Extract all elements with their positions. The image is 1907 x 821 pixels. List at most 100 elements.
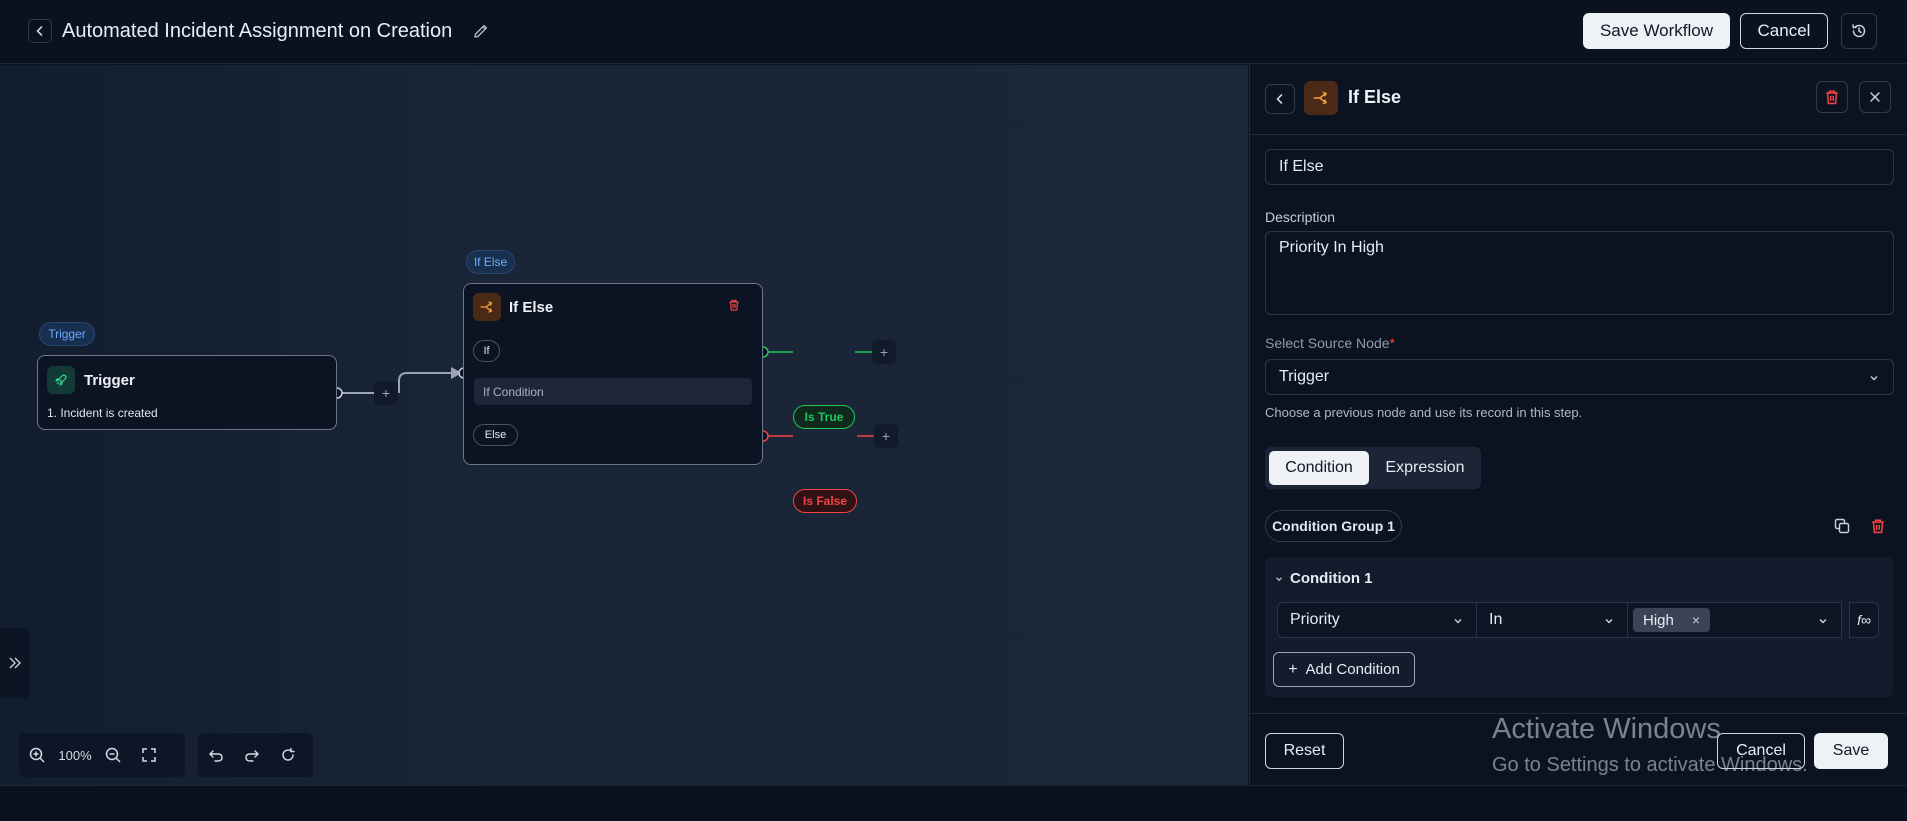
redo-icon [245, 750, 259, 762]
undo-button[interactable] [198, 733, 234, 777]
add-condition-label: Add Condition [1305, 661, 1400, 678]
node-name-input[interactable]: If Else [1265, 149, 1894, 185]
trigger-node[interactable]: Trigger 1. Incident is created [37, 355, 337, 430]
pencil-icon [474, 24, 488, 38]
panel-node-icon [1304, 81, 1338, 115]
operator-select[interactable]: In [1476, 602, 1628, 638]
panel-back-button[interactable] [1265, 84, 1295, 114]
panel-close-button[interactable] [1859, 81, 1891, 113]
value-tag-label: High [1643, 611, 1674, 629]
chevron-down-icon [1870, 376, 1878, 381]
panel-header: If Else [1250, 65, 1907, 135]
chevron-left-icon [36, 26, 43, 36]
else-chip: Else [473, 424, 518, 446]
panel-save-button[interactable]: Save [1814, 733, 1888, 769]
save-workflow-button[interactable]: Save Workflow [1583, 13, 1730, 49]
rocket-icon [55, 374, 67, 386]
copy-icon [1834, 518, 1850, 534]
chevron-left-icon [1276, 94, 1283, 104]
remove-tag-icon[interactable]: × [1692, 612, 1700, 628]
trash-icon [729, 299, 739, 311]
required-mark: * [1389, 335, 1395, 351]
zoom-in-icon [29, 747, 45, 763]
field-select[interactable]: Priority [1277, 602, 1477, 638]
fullscreen-icon [142, 748, 156, 762]
reset-view-button[interactable] [270, 733, 306, 777]
if-chip: If [473, 340, 500, 362]
description-label: Description [1265, 209, 1336, 225]
if-condition-box[interactable]: If Condition [474, 378, 752, 405]
workflow-canvas[interactable]: Trigger If Else Trigger 1. Incident is c… [0, 65, 1248, 785]
zoom-in-button[interactable] [19, 733, 55, 777]
activation-watermark-text: Go to Settings to activate Windows. [1492, 754, 1808, 776]
mode-tabs: Condition Expression [1265, 447, 1481, 489]
node-settings-panel: If Else If Else Description Priority In … [1249, 65, 1907, 785]
zoom-out-button[interactable] [95, 733, 131, 777]
ifelse-node-title: If Else [509, 299, 554, 316]
source-node-value: Trigger [1279, 368, 1330, 385]
delete-group-button[interactable] [1869, 517, 1887, 535]
branch-icon [1313, 91, 1328, 105]
chevron-down-icon[interactable] [1274, 574, 1284, 584]
history-icon [1852, 24, 1866, 38]
undo-icon [209, 750, 223, 762]
add-node-button[interactable]: + [374, 381, 398, 405]
zoom-out-icon [105, 747, 121, 763]
plus-icon: + [1288, 660, 1298, 678]
chevron-down-icon [1819, 619, 1827, 624]
trigger-pill: Trigger [39, 322, 95, 346]
duplicate-group-button[interactable] [1833, 517, 1851, 535]
value-select[interactable]: High × [1627, 602, 1842, 638]
description-textarea[interactable]: Priority In High [1265, 231, 1894, 315]
workflow-title: Automated Incident Assignment on Creatio… [62, 20, 453, 42]
tab-condition[interactable]: Condition [1269, 451, 1369, 485]
refresh-icon [282, 747, 295, 761]
close-icon [1870, 92, 1880, 102]
ifelse-pill: If Else [466, 250, 515, 274]
ifelse-node-icon [473, 293, 501, 321]
chevron-down-icon [1454, 619, 1462, 624]
source-node-helper: Choose a previous node and use its recor… [1265, 405, 1583, 420]
redo-button[interactable] [234, 733, 270, 777]
expand-sidebar-button[interactable] [0, 628, 30, 698]
trash-icon [1826, 90, 1838, 105]
history-button[interactable] [1841, 13, 1877, 49]
operator-value: In [1489, 611, 1503, 628]
condition-title: Condition 1 [1290, 570, 1373, 587]
fit-view-button[interactable] [131, 733, 167, 777]
add-true-branch-button[interactable]: + [872, 340, 896, 364]
back-button[interactable] [28, 19, 52, 43]
bottom-bar [0, 785, 1907, 821]
source-node-label: Select Source Node* [1265, 335, 1395, 351]
source-node-label-text: Select Source Node [1265, 335, 1390, 351]
zoom-level: 100% [58, 747, 92, 763]
panel-title: If Else [1348, 87, 1402, 107]
trigger-node-text: 1. Incident is created [47, 406, 158, 420]
zoom-toolbar: 100% [19, 733, 185, 777]
function-button[interactable]: f∞ [1849, 602, 1879, 638]
is-true-tag: Is True [793, 405, 855, 429]
double-chevron-right-icon [9, 657, 21, 669]
field-value: Priority [1290, 611, 1340, 628]
branch-icon [480, 301, 493, 313]
source-node-select[interactable]: Trigger [1265, 359, 1894, 395]
value-tag: High × [1633, 608, 1711, 632]
is-false-tag: Is False [793, 489, 857, 513]
panel-delete-button[interactable] [1816, 81, 1848, 113]
add-condition-button[interactable]: + Add Condition [1273, 652, 1415, 687]
condition-card: Condition 1 Priority In High × f∞ + Add … [1265, 557, 1893, 697]
ifelse-delete-button[interactable] [727, 298, 745, 316]
history-toolbar [198, 733, 313, 777]
add-false-branch-button[interactable]: + [874, 424, 898, 448]
chevron-down-icon [1605, 619, 1613, 624]
top-header: Automated Incident Assignment on Creatio… [0, 0, 1907, 64]
cancel-button[interactable]: Cancel [1740, 13, 1828, 49]
reset-button[interactable]: Reset [1265, 733, 1344, 769]
condition-group-label: Condition Group 1 [1265, 510, 1402, 542]
edit-title-button[interactable] [472, 22, 490, 40]
ifelse-node[interactable]: If Else If If Condition Else [463, 283, 763, 465]
trash-icon [1872, 519, 1884, 534]
tab-expression[interactable]: Expression [1373, 451, 1477, 485]
activation-watermark-title: Activate Windows [1492, 713, 1721, 745]
trigger-node-icon [47, 366, 75, 394]
